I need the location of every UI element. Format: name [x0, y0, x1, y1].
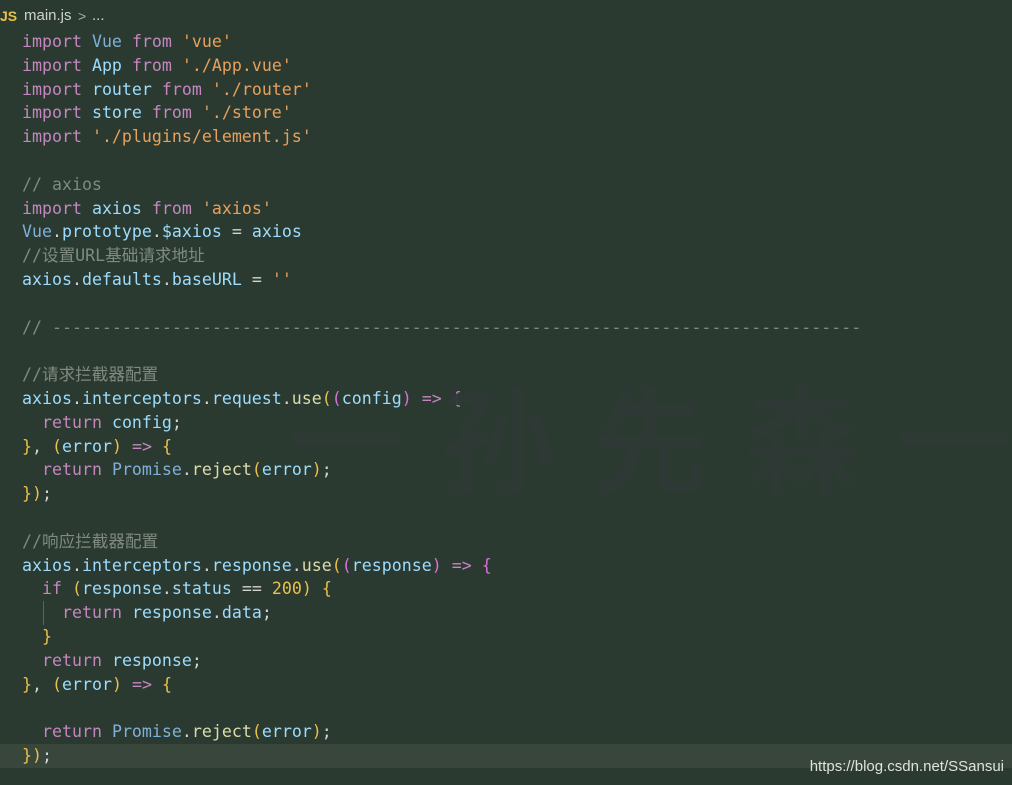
code-line[interactable]: // axios [0, 173, 1012, 197]
code-line[interactable]: ​ [0, 696, 1012, 720]
code-line[interactable]: Vue.prototype.$axios = axios [0, 220, 1012, 244]
code-line[interactable]: axios.defaults.baseURL = '' [0, 268, 1012, 292]
code-line[interactable]: ​ [0, 339, 1012, 363]
code-text: return config; [42, 412, 182, 432]
site-watermark: https://blog.csdn.net/SSansui [809, 758, 1004, 775]
code-line[interactable]: import store from './store' [0, 101, 1012, 125]
code-area[interactable]: import Vue from 'vue' import App from './… [0, 30, 1012, 768]
code-text: return response.data; [62, 603, 272, 623]
code-text: }); [22, 745, 52, 765]
code-text: axios.defaults.baseURL = '' [22, 269, 292, 289]
code-text: import Vue from 'vue' [22, 32, 232, 51]
code-line[interactable]: import App from './App.vue' [0, 54, 1012, 78]
code-line[interactable]: import Vue from 'vue' [0, 30, 1012, 54]
code-line[interactable]: }, (error) => { [0, 673, 1012, 697]
code-line[interactable]: // -------------------------------------… [0, 316, 1012, 340]
code-text: Vue.prototype.$axios = axios [22, 222, 302, 242]
code-line[interactable]: if (response.status == 200) { [0, 577, 1012, 601]
chevron-right-icon: > [78, 8, 87, 24]
code-text: axios.interceptors.request.use((config) … [22, 388, 462, 408]
code-text: }); [22, 484, 52, 504]
code-text: }, (error) => { [22, 436, 172, 456]
code-line[interactable]: }); [0, 482, 1012, 506]
code-line[interactable]: axios.interceptors.request.use((config) … [0, 387, 1012, 411]
code-text: // axios [22, 174, 102, 194]
javascript-file-icon: JS [0, 8, 18, 24]
code-text: //设置URL基础请求地址 [22, 246, 205, 266]
code-line[interactable]: axios.interceptors.response.use((respons… [0, 554, 1012, 578]
code-text: axios.interceptors.response.use((respons… [22, 555, 492, 575]
code-line[interactable]: //响应拦截器配置 [0, 530, 1012, 554]
code-line[interactable]: //请求拦截器配置 [0, 363, 1012, 387]
code-text: //请求拦截器配置 [22, 365, 159, 385]
code-line[interactable]: import router from './router' [0, 78, 1012, 102]
code-line[interactable]: import './plugins/element.js' [0, 125, 1012, 149]
code-text: //响应拦截器配置 [22, 531, 159, 551]
code-line[interactable]: return response.data; [0, 601, 1012, 625]
code-line[interactable]: //设置URL基础请求地址 [0, 244, 1012, 268]
code-text: return Promise.reject(error); [42, 460, 332, 480]
code-text: import App from './App.vue' [22, 55, 292, 75]
code-line[interactable]: return config; [0, 411, 1012, 435]
indent-guide [43, 601, 44, 625]
code-text: import router from './router' [22, 79, 312, 99]
code-editor[interactable]: JS main.js > ... import Vue from 'vue' im… [0, 0, 1012, 785]
code-text: } [42, 626, 52, 646]
code-text: import './plugins/element.js' [22, 127, 312, 147]
code-text: return response; [42, 650, 202, 670]
code-text: import axios from 'axios' [22, 198, 272, 218]
code-line[interactable]: return response; [0, 649, 1012, 673]
code-line[interactable]: ​ [0, 149, 1012, 173]
code-line[interactable]: import axios from 'axios' [0, 197, 1012, 221]
breadcrumb: JS main.js > ... [0, 0, 1012, 32]
code-line[interactable]: return Promise.reject(error); [0, 458, 1012, 482]
code-text: return Promise.reject(error); [42, 722, 332, 742]
code-line[interactable]: return Promise.reject(error); [0, 720, 1012, 744]
code-line[interactable]: } [0, 625, 1012, 649]
code-line[interactable]: }, (error) => { [0, 435, 1012, 459]
code-text: import store from './store' [22, 103, 292, 123]
breadcrumb-more[interactable]: ... [92, 0, 105, 32]
code-line[interactable]: ​ [0, 292, 1012, 316]
code-line[interactable]: ​ [0, 506, 1012, 530]
code-text: // -------------------------------------… [22, 317, 862, 337]
code-text: if (response.status == 200) { [42, 579, 332, 599]
code-text: }, (error) => { [22, 674, 172, 694]
breadcrumb-file[interactable]: main.js [24, 0, 72, 32]
